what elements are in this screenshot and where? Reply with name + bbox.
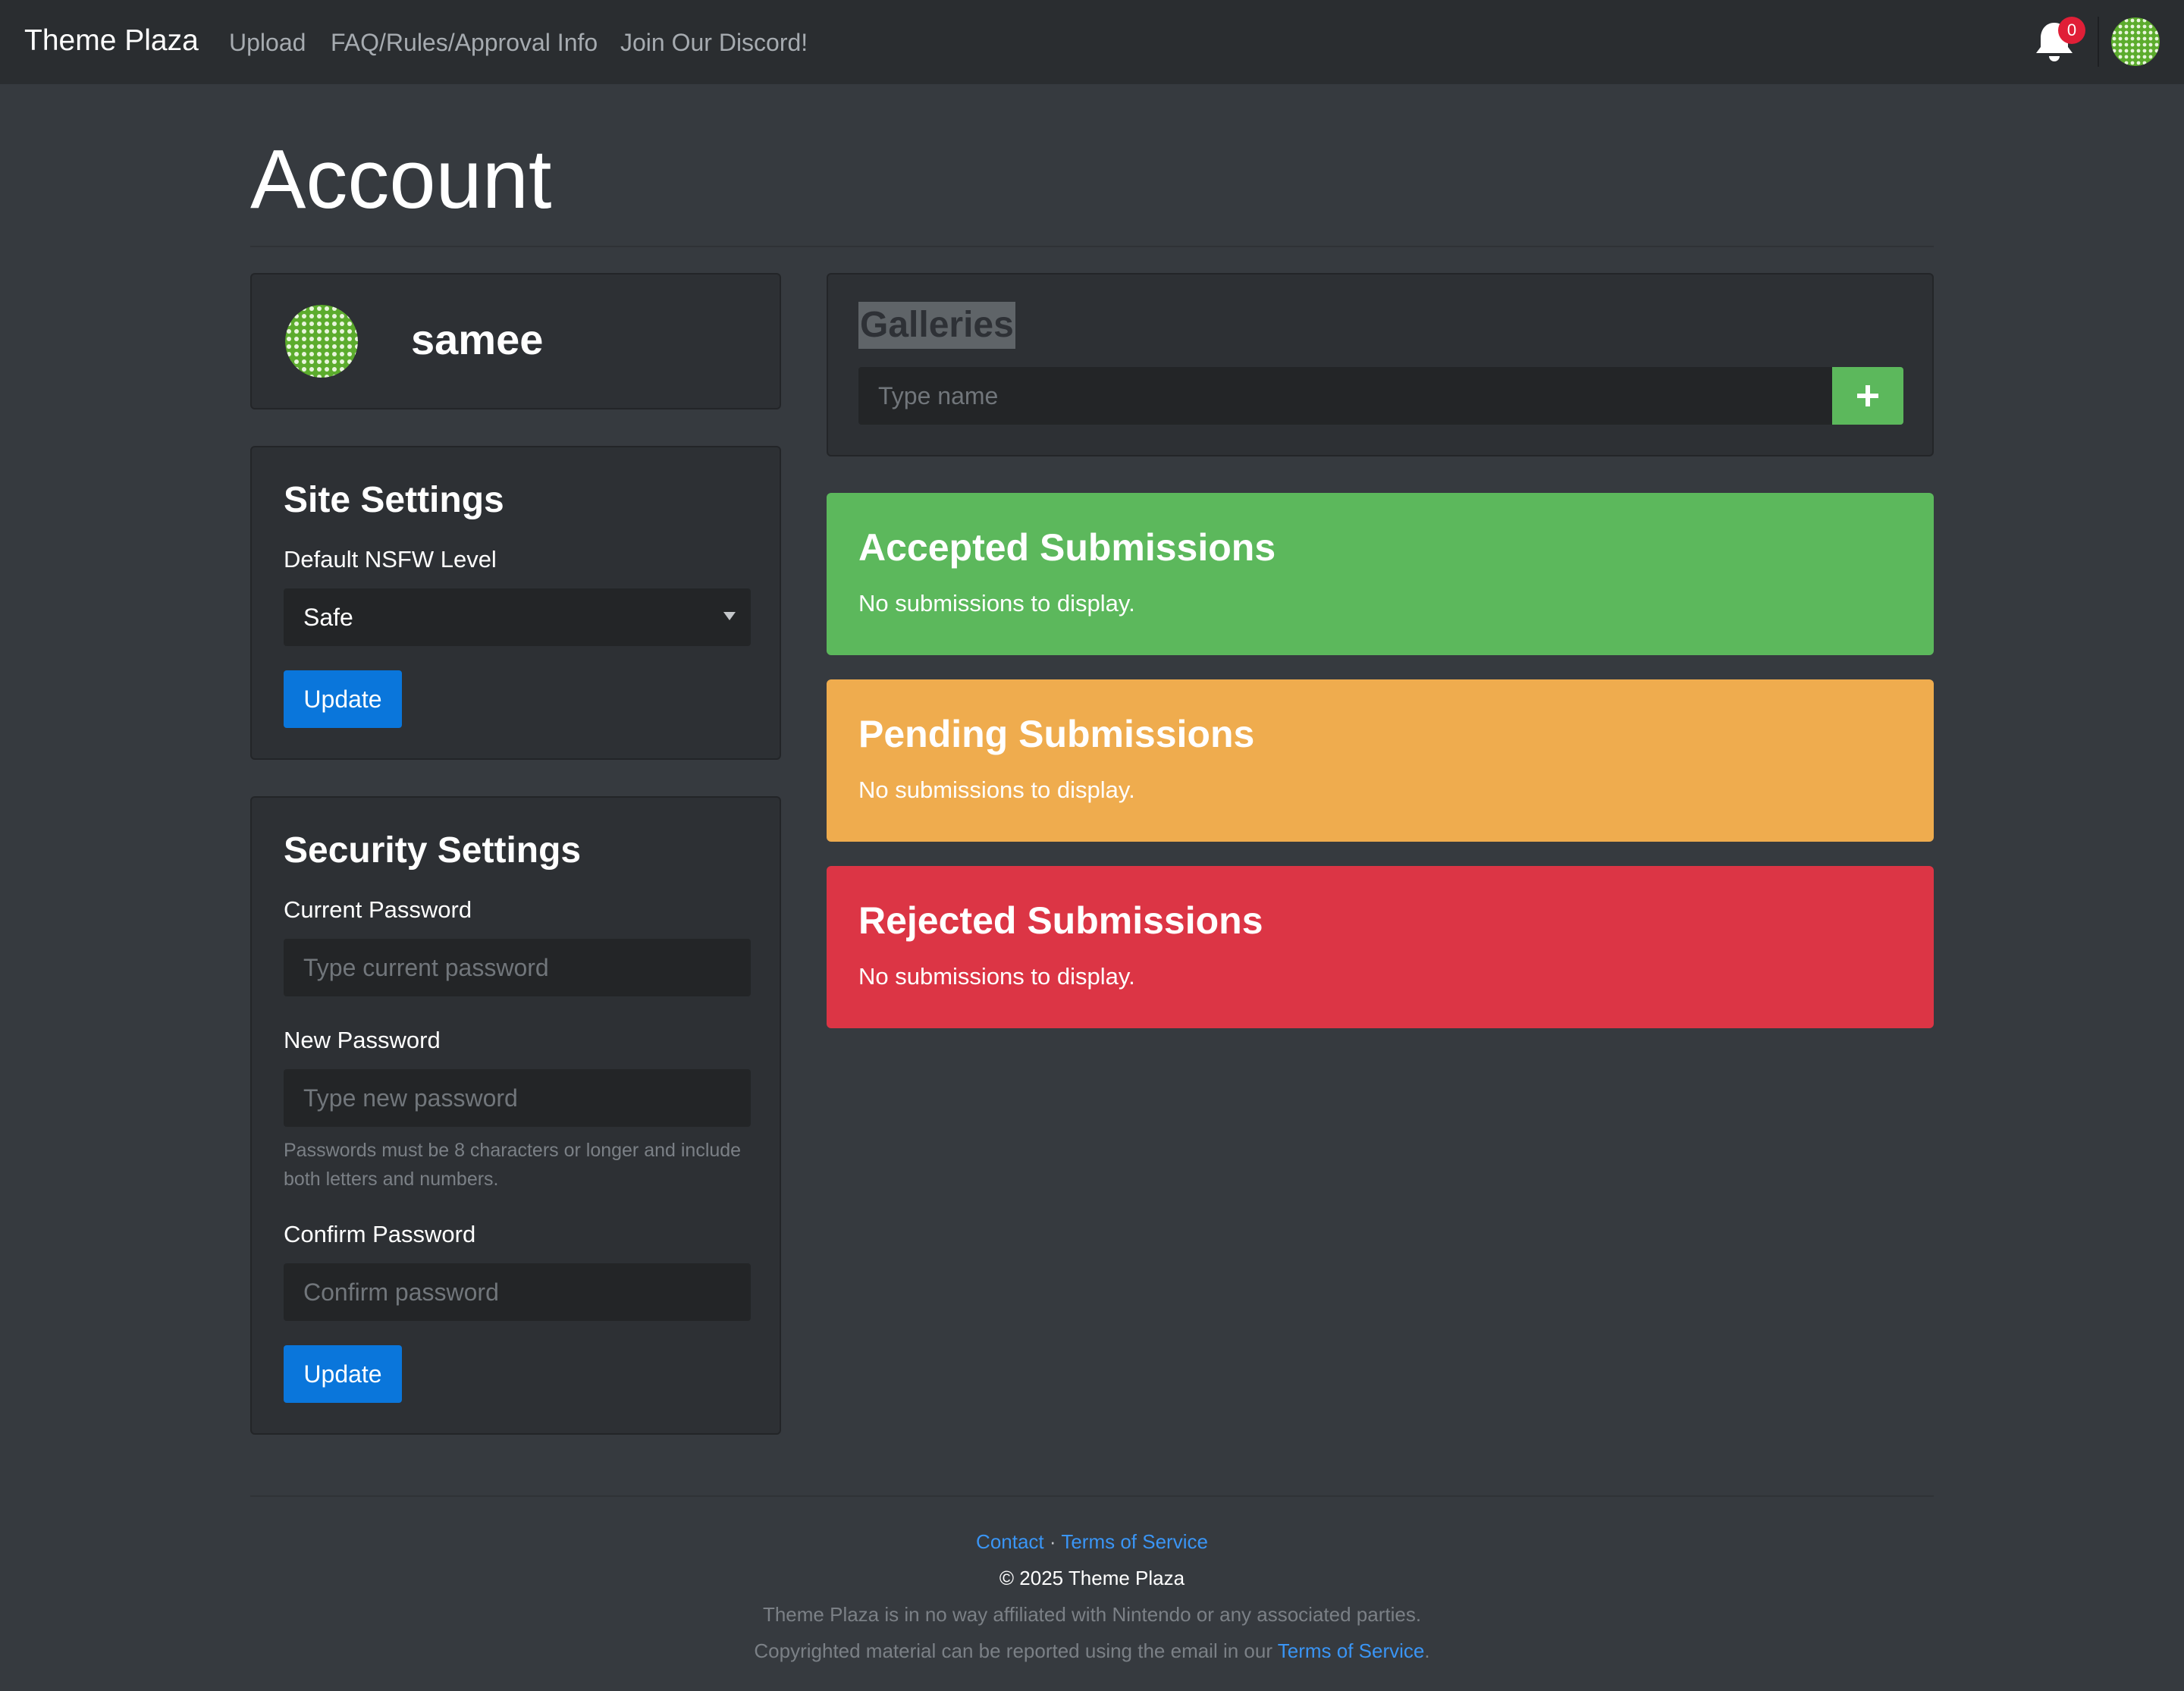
confirm-password-input[interactable] — [284, 1263, 751, 1321]
footer-report-suffix: . — [1424, 1639, 1430, 1662]
current-password-input[interactable] — [284, 939, 751, 996]
footer-disclaimer: Theme Plaza is in no way affiliated with… — [762, 1603, 1422, 1626]
accepted-submissions-panel: Accepted Submissions No submissions to d… — [827, 493, 1934, 655]
footer-copyright: © 2025 Theme Plaza — [999, 1567, 1185, 1589]
page-title: Account — [250, 133, 552, 226]
nav-upload-link[interactable]: Upload — [229, 26, 306, 59]
footer-report-tos-link[interactable]: Terms of Service — [1278, 1639, 1425, 1662]
pending-submissions-panel: Pending Submissions No submissions to di… — [827, 679, 1934, 842]
caret-down-icon — [723, 612, 736, 620]
gallery-name-input[interactable] — [858, 367, 1834, 425]
footer-divider — [250, 1495, 1934, 1497]
site-settings-update-button[interactable]: Update — [284, 670, 402, 728]
add-gallery-button[interactable] — [1832, 367, 1903, 425]
security-settings-title: Security Settings — [284, 830, 582, 871]
new-password-label: New Password — [284, 1027, 441, 1053]
pending-submissions-title: Pending Submissions — [858, 713, 1255, 755]
navbar-divider — [2098, 17, 2099, 67]
nav-discord-link[interactable]: Join Our Discord! — [620, 26, 808, 59]
footer-report-text: Copyrighted material can be reported usi… — [754, 1639, 1278, 1662]
new-password-input[interactable] — [284, 1069, 751, 1127]
rejected-submissions-empty: No submissions to display. — [858, 963, 1135, 990]
footer-separator: · — [1049, 1530, 1056, 1553]
footer-contact-link[interactable]: Contact — [976, 1530, 1044, 1553]
footer-report-notice: Copyrighted material can be reported usi… — [0, 1638, 2184, 1664]
galleries-title: Galleries — [858, 302, 1015, 349]
nsfw-level-value: Safe — [303, 604, 353, 631]
current-password-label: Current Password — [284, 896, 472, 923]
accepted-submissions-empty: No submissions to display. — [858, 590, 1135, 616]
nav-faq-link[interactable]: FAQ/Rules/Approval Info — [331, 26, 598, 59]
footer-links: Contact · Terms of Service — [0, 1529, 2184, 1555]
security-settings-update-button[interactable]: Update — [284, 1345, 402, 1403]
site-settings-panel: Site Settings Default NSFW Level Safe Up… — [250, 446, 781, 760]
confirm-password-label: Confirm Password — [284, 1221, 476, 1247]
rejected-submissions-title: Rejected Submissions — [858, 899, 1263, 942]
profile-avatar — [285, 305, 358, 378]
site-settings-title: Site Settings — [284, 480, 504, 520]
notification-badge: 0 — [2058, 17, 2085, 44]
galleries-panel: Galleries — [827, 273, 1934, 456]
navbar: Theme Plaza Upload FAQ/Rules/Approval In… — [0, 0, 2184, 84]
brand-link[interactable]: Theme Plaza — [24, 23, 199, 59]
pending-submissions-empty: No submissions to display. — [858, 776, 1135, 803]
security-settings-panel: Security Settings Current Password New P… — [250, 796, 781, 1435]
nsfw-level-label: Default NSFW Level — [284, 546, 497, 573]
profile-card: samee — [250, 273, 781, 409]
password-help-text: Passwords must be 8 characters or longer… — [284, 1140, 742, 1190]
footer-tos-link[interactable]: Terms of Service — [1061, 1530, 1208, 1553]
accepted-submissions-title: Accepted Submissions — [858, 526, 1276, 569]
username: samee — [411, 315, 544, 363]
rejected-submissions-panel: Rejected Submissions No submissions to d… — [827, 866, 1934, 1028]
user-avatar[interactable] — [2111, 17, 2160, 66]
nsfw-level-select[interactable]: Safe — [284, 588, 751, 646]
title-divider — [250, 246, 1934, 247]
